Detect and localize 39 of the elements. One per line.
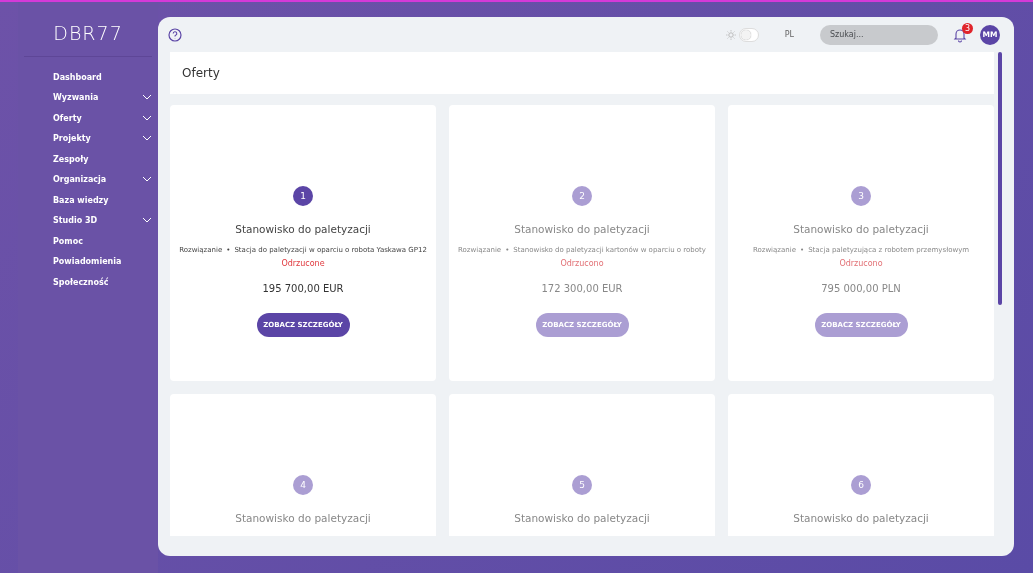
offer-price: 172 300,00 EUR [541, 283, 623, 294]
offer-title: Stanowisko do paletyzacji [793, 223, 929, 235]
offer-title: Stanowisko do paletyzacji [235, 512, 371, 524]
sidebar-item[interactable]: Baza wiedzy [18, 190, 158, 211]
search-field[interactable]: Szukaj... [820, 24, 938, 45]
sun-icon [725, 29, 736, 40]
offer-title: Stanowisko do paletyzacji [514, 512, 650, 524]
page-title: Oferty [182, 66, 220, 80]
offer-title: Stanowisko do paletyzacji [235, 223, 371, 235]
step-number: 3 [851, 186, 871, 206]
sidebar-item[interactable]: Dashboard [18, 67, 158, 88]
step-number: 6 [851, 475, 871, 495]
sidebar-item[interactable]: Wyzwania [18, 87, 158, 108]
offer-price: 795 000,00 PLN [821, 283, 901, 294]
sidebar-item[interactable]: Pomoc [18, 231, 158, 252]
language-selector[interactable]: PL [774, 26, 804, 43]
notification-badge: 3 [962, 22, 973, 34]
sidebar-item[interactable]: Projekty [18, 128, 158, 149]
status-label: Odrzucono [839, 259, 883, 268]
sidebar-item[interactable]: Zespoły [18, 149, 158, 170]
help-icon[interactable] [168, 27, 182, 42]
sidebar-item[interactable]: Oferty [18, 108, 158, 129]
step-number: 1 [293, 186, 313, 206]
offer-price: 195 700,00 EUR [262, 283, 344, 294]
step-number: 4 [293, 475, 313, 495]
step-number: 5 [572, 475, 592, 495]
sidebar-item[interactable]: Studio 3D [18, 210, 158, 231]
offer-title: Stanowisko do paletyzacji [793, 512, 929, 524]
status-label: Odrzucono [560, 259, 604, 268]
status-label: Odrzucone [281, 259, 325, 268]
logo: DBR77 [53, 22, 123, 44]
sidebar-item[interactable]: Powiadomienia [18, 251, 158, 272]
sidebar-item[interactable]: Organizacja [18, 169, 158, 190]
bell-icon[interactable] [952, 26, 968, 43]
offer-title: Stanowisko do paletyzacji [514, 223, 650, 235]
sidebar-item[interactable]: Społeczność [18, 272, 158, 293]
theme-toggle[interactable] [738, 27, 759, 42]
step-number: 2 [572, 186, 592, 206]
scrollbar[interactable] [998, 52, 1002, 305]
